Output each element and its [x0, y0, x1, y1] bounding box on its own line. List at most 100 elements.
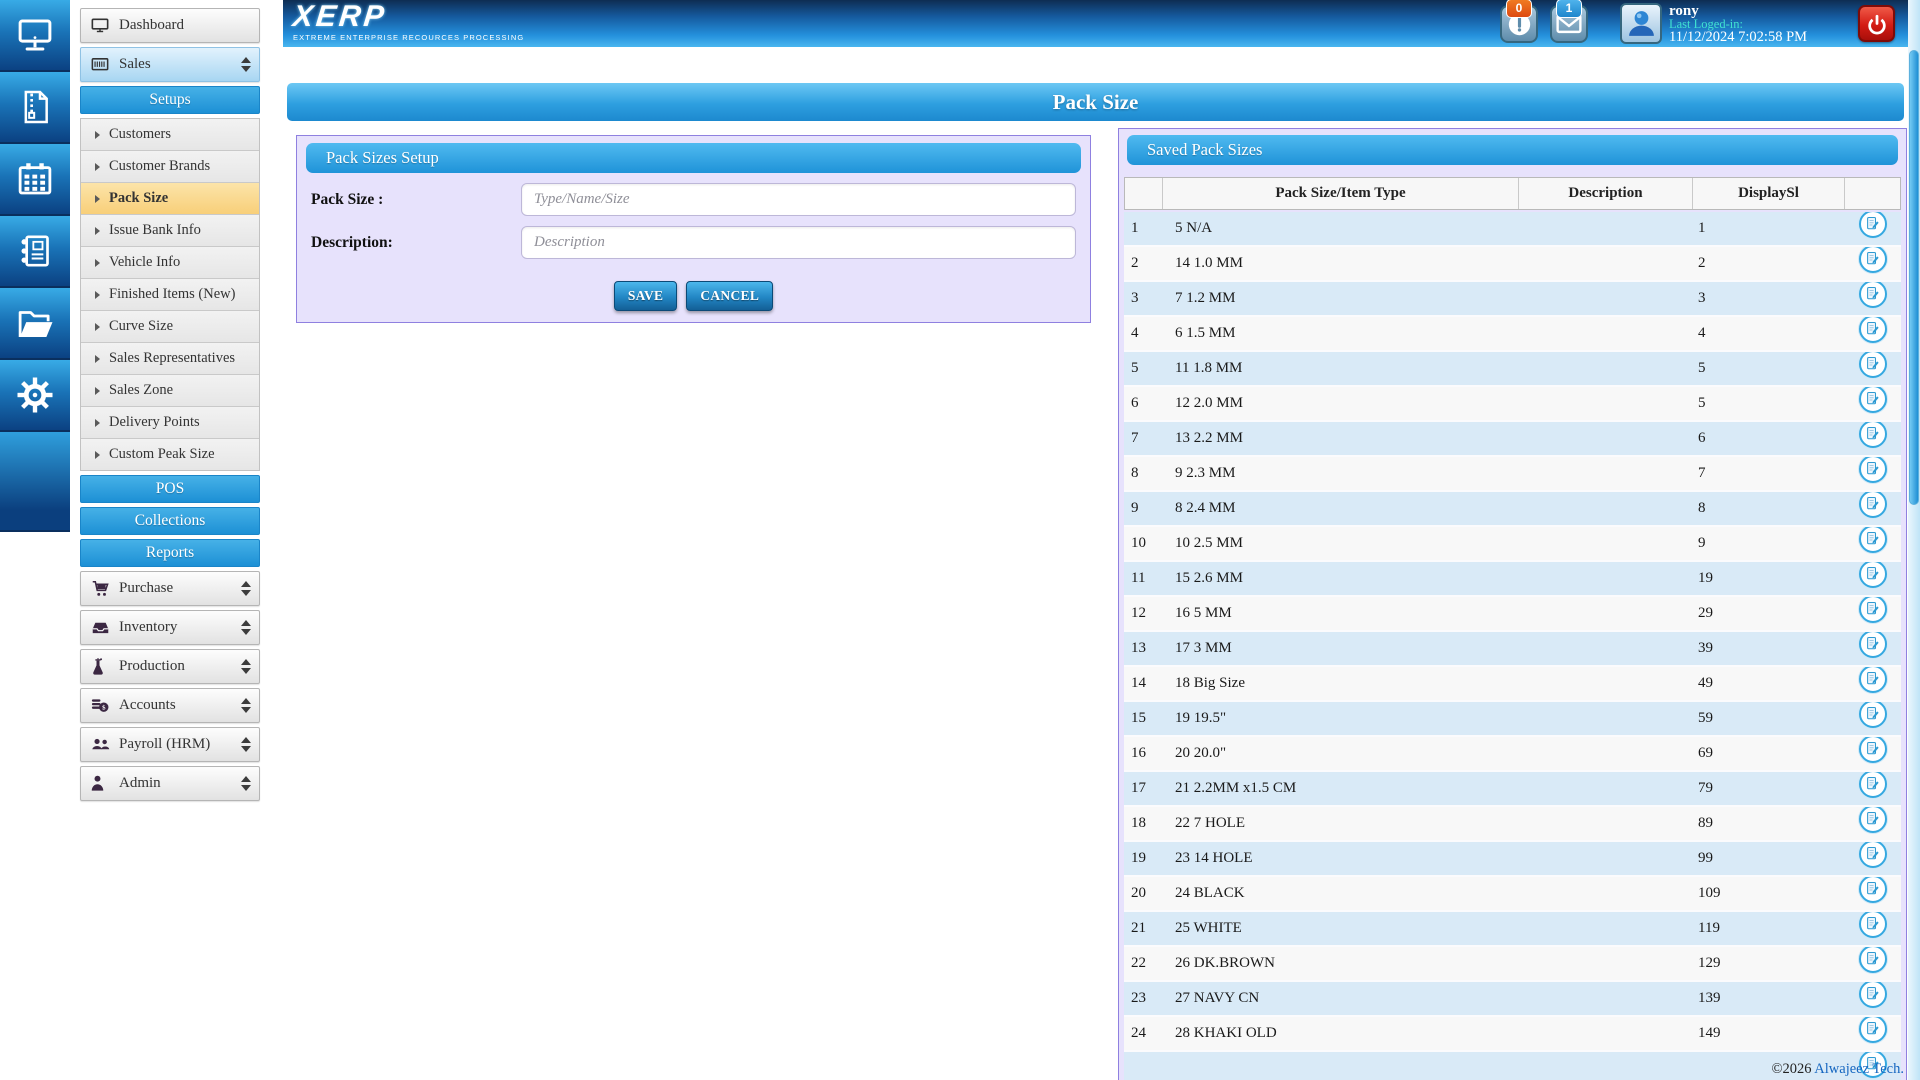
sidebar-item-sales-representatives[interactable]: Sales Representatives [81, 342, 259, 374]
description-input[interactable] [521, 226, 1076, 259]
cell-display-sl: 5 [1698, 395, 1706, 411]
sidebar-item-finished-items-new[interactable]: Finished Items (New) [81, 278, 259, 310]
section-collections[interactable]: Collections [80, 507, 260, 535]
sidebar-item-dashboard[interactable]: Dashboard [80, 8, 260, 43]
cancel-button[interactable]: CANCEL [686, 281, 774, 311]
edit-icon[interactable] [1858, 282, 1887, 308]
cell-item-type: 15 2.6 MM [1175, 570, 1243, 586]
cell-display-sl: 2 [1698, 255, 1706, 271]
sidebar-item-inventory[interactable]: Inventory [80, 610, 260, 645]
edit-icon[interactable] [1858, 597, 1887, 623]
sidebar-item-curve-size[interactable]: Curve Size [81, 310, 259, 342]
sidebar-item-production[interactable]: Production [80, 649, 260, 684]
edit-icon[interactable] [1858, 352, 1887, 378]
person-icon [91, 775, 119, 792]
alert-icon[interactable]: 0 [1500, 0, 1538, 43]
edit-icon[interactable] [1858, 1017, 1887, 1043]
edit-icon[interactable] [1858, 877, 1887, 903]
sidebar-item-label: Sales Representatives [109, 350, 236, 366]
sidebar-item-sales[interactable]: Sales [80, 47, 260, 82]
sidebar-item-sales-zone[interactable]: Sales Zone [81, 374, 259, 406]
edit-icon[interactable] [1858, 422, 1887, 448]
edit-icon[interactable] [1858, 632, 1887, 658]
caret-right-icon [95, 322, 100, 331]
sidebar-item-label: Finished Items (New) [109, 286, 236, 302]
cell-sl: 8 [1131, 465, 1139, 481]
edit-icon[interactable] [1858, 842, 1887, 868]
sidebar-item-custom-peak-size[interactable]: Custom Peak Size [81, 438, 259, 470]
cell-description [1518, 912, 1692, 945]
cell-sl: 4 [1131, 325, 1139, 341]
cell-description [1518, 737, 1692, 770]
dock-filler [0, 432, 70, 530]
sidebar-item-customer-brands[interactable]: Customer Brands [81, 150, 259, 182]
monitor-icon[interactable] [0, 0, 70, 70]
top-header: XERP EXTREME ENTERPRISE RECOURCES PROCES… [283, 0, 1908, 47]
edit-icon[interactable] [1858, 737, 1887, 763]
edit-icon[interactable] [1858, 702, 1887, 728]
zip-file-icon[interactable] [0, 72, 70, 142]
sidebar-item-pack-size[interactable]: Pack Size [81, 182, 259, 214]
folder-icon[interactable] [0, 288, 70, 358]
mail-icon[interactable]: 1 [1550, 0, 1588, 43]
edit-icon[interactable] [1858, 317, 1887, 343]
sidebar-item-purchase[interactable]: Purchase [80, 571, 260, 606]
coins-icon: $ [91, 698, 119, 713]
page-scrollbar[interactable] [1908, 0, 1920, 1080]
sidebar-item-label: Production [119, 658, 185, 674]
cell-display-sl: 29 [1698, 605, 1713, 621]
icon-dock [0, 0, 70, 532]
expand-arrows-icon [241, 581, 251, 596]
cart-icon [91, 580, 119, 597]
table-row: 2 14 1.0 MM 2 [1124, 247, 1901, 282]
app-logo: XERP EXTREME ENTERPRISE RECOURCES PROCES… [291, 0, 524, 42]
cell-display-sl: 149 [1698, 1025, 1721, 1041]
section-setups[interactable]: Setups [80, 86, 260, 114]
section-pos[interactable]: POS [80, 475, 260, 503]
sidebar-item-payroll-hrm[interactable]: Payroll (HRM) [80, 727, 260, 762]
pack-sizes-setup-panel: Pack Sizes Setup Pack Size : Description… [296, 135, 1091, 323]
edit-icon[interactable] [1858, 772, 1887, 798]
edit-icon[interactable] [1858, 212, 1887, 238]
gear-icon[interactable] [0, 360, 70, 430]
sidebar-item-label: Admin [119, 775, 161, 791]
sidebar-item-delivery-points[interactable]: Delivery Points [81, 406, 259, 438]
company-link[interactable]: Alwajeez Tech. [1814, 1061, 1904, 1077]
sidebar-item-vehicle-info[interactable]: Vehicle Info [81, 246, 259, 278]
cell-sl: 24 [1131, 1025, 1146, 1041]
sidebar-item-customers[interactable]: Customers [81, 119, 259, 150]
cell-display-sl: 49 [1698, 675, 1713, 691]
edit-icon[interactable] [1858, 247, 1887, 273]
cell-sl: 19 [1131, 850, 1146, 866]
caret-right-icon [95, 450, 100, 459]
sidebar-item-label: Vehicle Info [109, 254, 181, 270]
pack-size-input[interactable] [521, 183, 1076, 216]
app-window: Dashboard Sales Setups Customers Custome… [0, 0, 1920, 1080]
calendar-icon[interactable] [0, 144, 70, 214]
edit-icon[interactable] [1858, 527, 1887, 553]
edit-icon[interactable] [1858, 667, 1887, 693]
sidebar-item-admin[interactable]: Admin [80, 766, 260, 801]
edit-icon[interactable] [1858, 947, 1887, 973]
user-avatar[interactable] [1620, 3, 1662, 44]
edit-icon[interactable] [1858, 807, 1887, 833]
edit-icon[interactable] [1858, 492, 1887, 518]
table-row: 5 11 1.8 MM 5 [1124, 352, 1901, 387]
edit-icon[interactable] [1858, 982, 1887, 1008]
scrollbar-thumb[interactable] [1909, 50, 1919, 505]
column-description: Description [1519, 178, 1693, 209]
section-reports[interactable]: Reports [80, 539, 260, 567]
edit-icon[interactable] [1858, 387, 1887, 413]
sidebar-item-issue-bank-info[interactable]: Issue Bank Info [81, 214, 259, 246]
save-button[interactable]: SAVE [613, 281, 678, 311]
edit-icon[interactable] [1858, 562, 1887, 588]
notebook-icon[interactable] [0, 216, 70, 286]
cell-description [1518, 387, 1692, 420]
edit-icon[interactable] [1858, 912, 1887, 938]
cell-sl: 16 [1131, 745, 1146, 761]
logout-power-button[interactable] [1858, 5, 1895, 42]
sidebar-item-accounts[interactable]: $ Accounts [80, 688, 260, 723]
edit-icon[interactable] [1858, 457, 1887, 483]
cell-item-type: 22 7 HOLE [1175, 815, 1245, 831]
sidebar-item-label: Customers [109, 126, 172, 142]
